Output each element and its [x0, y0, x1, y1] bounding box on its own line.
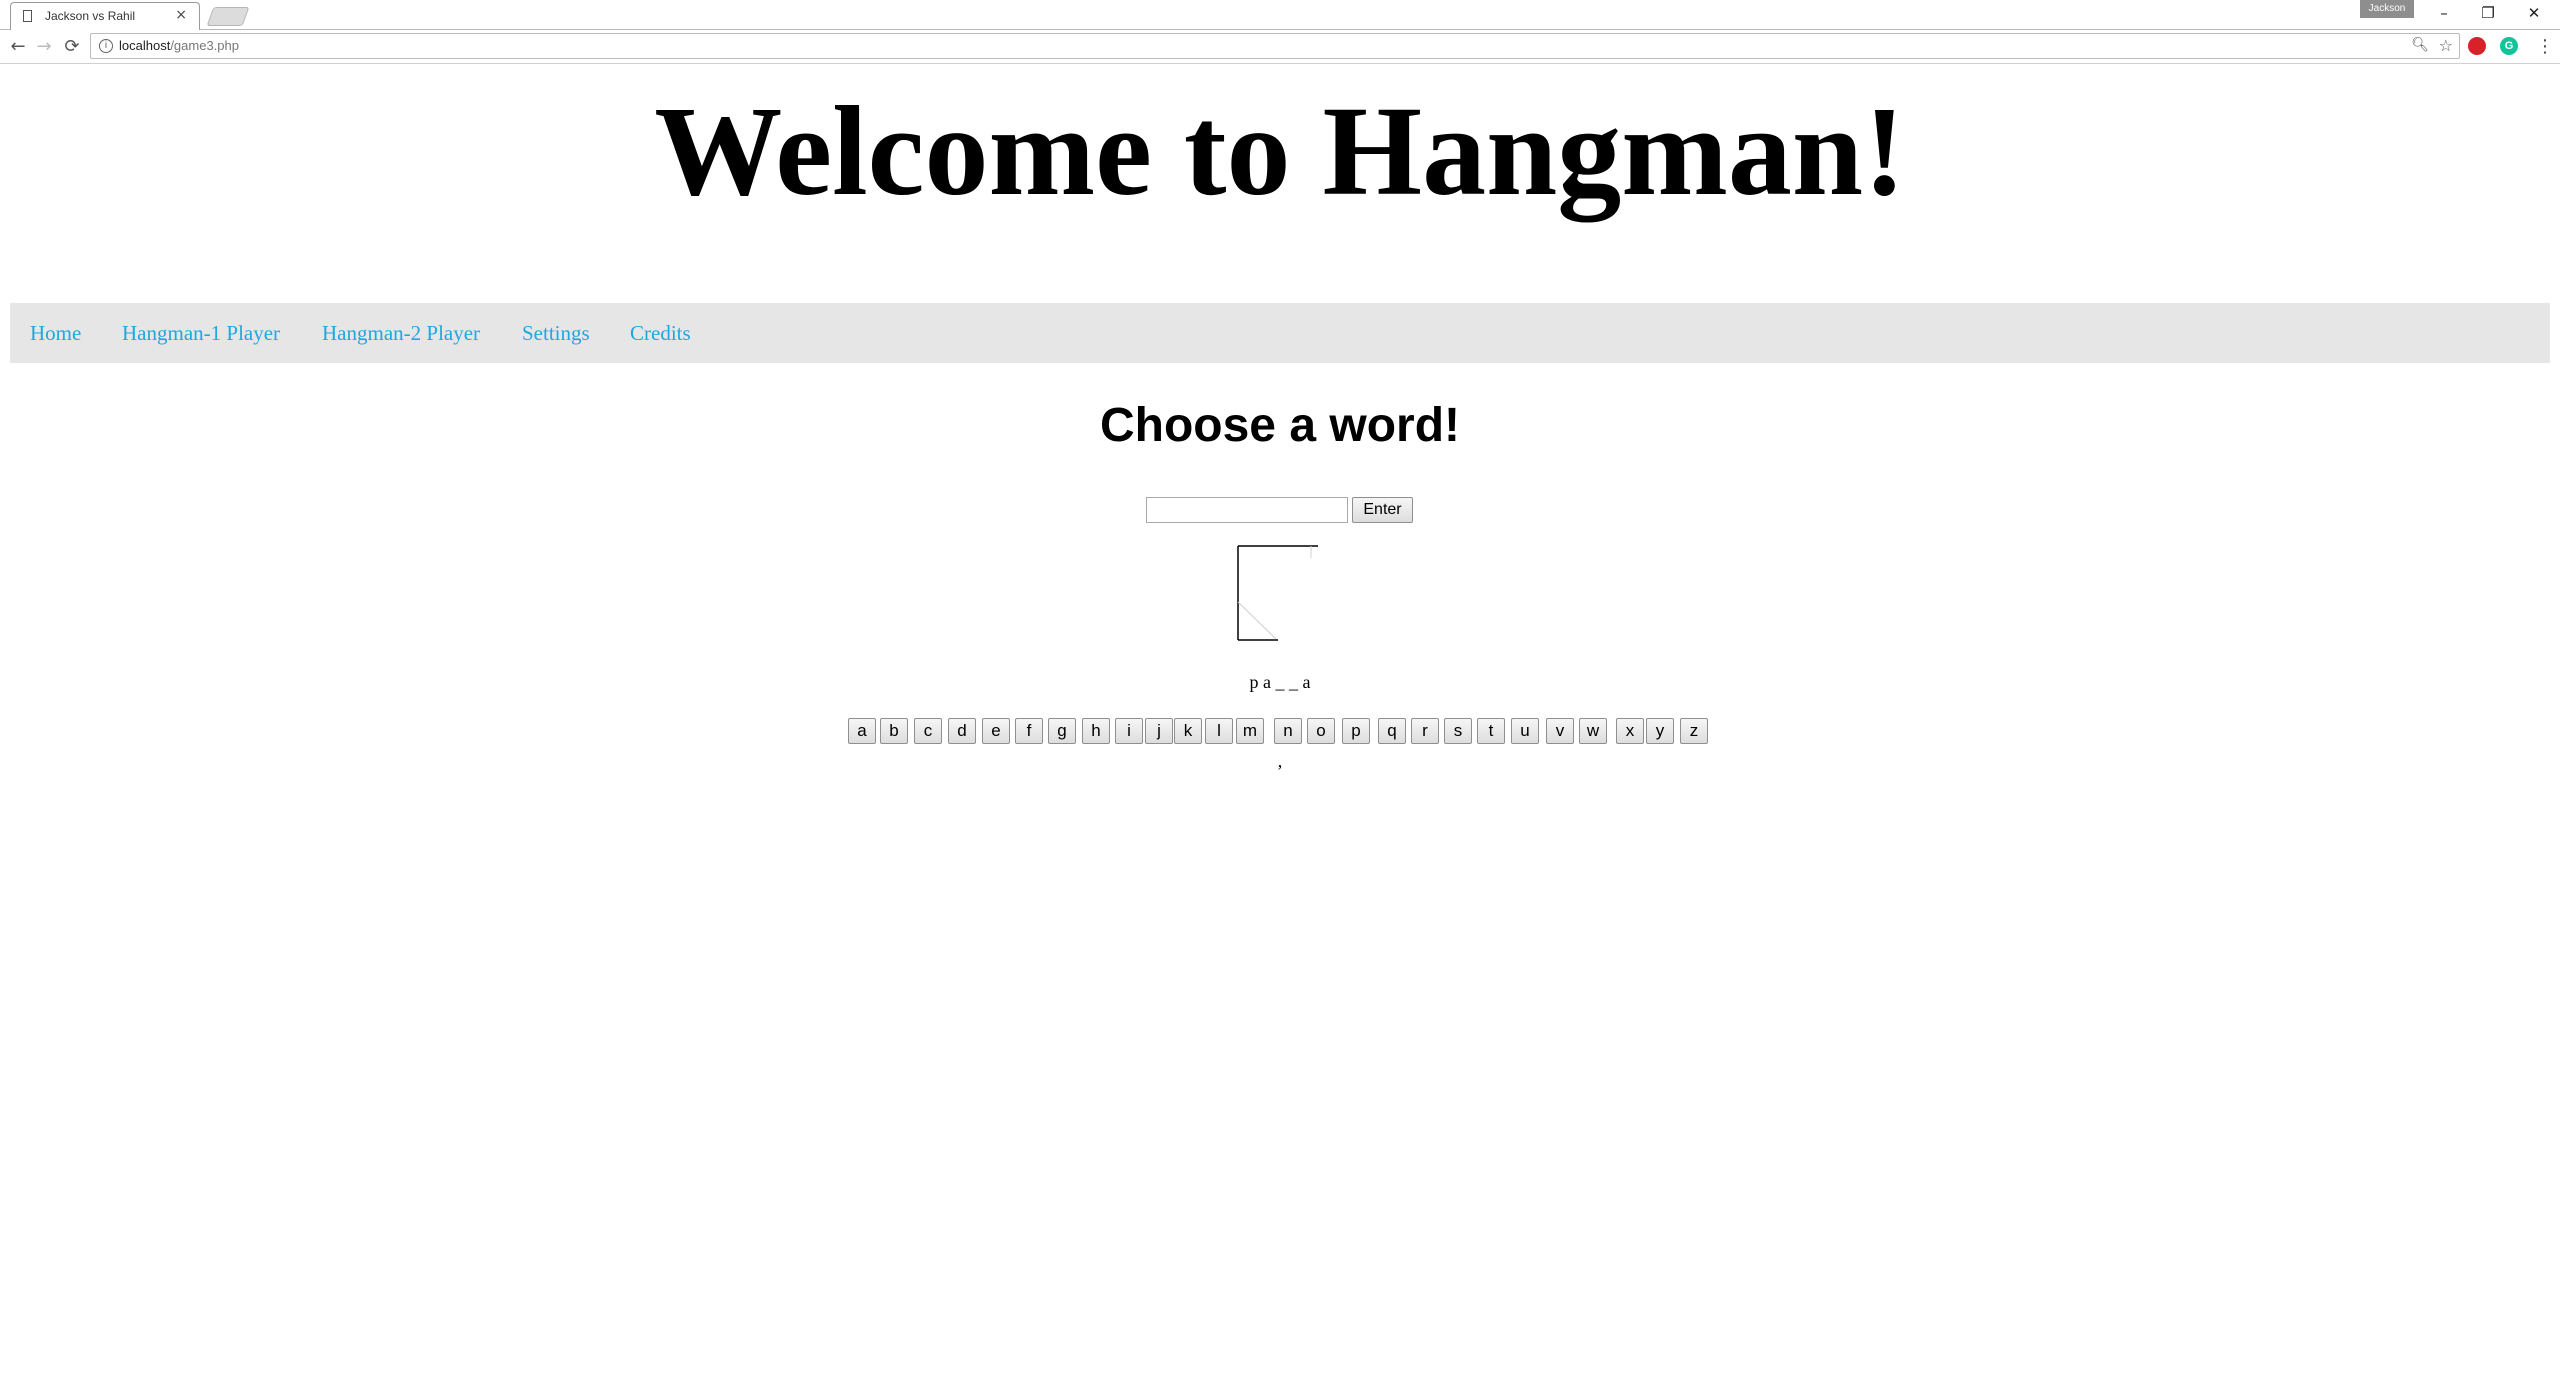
- letter-button-i[interactable]: i: [1115, 718, 1143, 744]
- new-tab-button[interactable]: [206, 7, 250, 26]
- bookmark-star-icon[interactable]: ☆: [2439, 36, 2453, 55]
- reload-button[interactable]: ⟳: [60, 35, 84, 59]
- letter-button-d[interactable]: d: [948, 718, 976, 744]
- address-bar[interactable]: i localhost/game3.php 🔍︎ ☆: [90, 33, 2460, 59]
- browser-toolbar: ← → ⟳ i localhost/game3.php 🔍︎ ☆ G ⋮: [0, 30, 2560, 64]
- page-icon: [23, 10, 32, 22]
- nav-link-settings[interactable]: Settings: [522, 303, 590, 363]
- gallows-brace: [1237, 601, 1277, 640]
- letter-button-a[interactable]: a: [848, 718, 876, 744]
- close-window-button[interactable]: ✕: [2514, 2, 2554, 24]
- letter-button-r[interactable]: r: [1411, 718, 1439, 744]
- page-body: Welcome to Hangman! Home Hangman-1 Playe…: [0, 66, 2560, 1400]
- letter-button-z[interactable]: z: [1680, 718, 1708, 744]
- opera-extension-icon[interactable]: [2468, 37, 2486, 55]
- nav-bar: Home Hangman-1 Player Hangman-2 Player S…: [10, 303, 2550, 363]
- choose-word-heading: Choose a word!: [1099, 399, 1461, 452]
- browser-chrome: Jackson vs Rahil × Jackson – ❐ ✕ ← → ⟳ i…: [0, 0, 2560, 66]
- word-progress: p a _ _ a: [1249, 672, 1311, 692]
- letter-button-v[interactable]: v: [1546, 718, 1574, 744]
- letter-button-k[interactable]: k: [1174, 718, 1202, 744]
- letter-button-l[interactable]: l: [1205, 718, 1233, 744]
- letter-button-b[interactable]: b: [880, 718, 908, 744]
- letter-button-j[interactable]: j: [1145, 718, 1173, 744]
- letter-button-p[interactable]: p: [1342, 718, 1370, 744]
- letter-button-u[interactable]: u: [1511, 718, 1539, 744]
- letter-button-n[interactable]: n: [1274, 718, 1302, 744]
- letter-button-h[interactable]: h: [1082, 718, 1110, 744]
- letter-button-q[interactable]: q: [1378, 718, 1406, 744]
- nav-link-credits[interactable]: Credits: [630, 303, 691, 363]
- letter-button-g[interactable]: g: [1048, 718, 1076, 744]
- grammarly-extension-icon[interactable]: G: [2500, 37, 2518, 55]
- tab-title: Jackson vs Rahil: [45, 9, 136, 23]
- letter-button-t[interactable]: t: [1477, 718, 1505, 744]
- main-heading: Welcome to Hangman!: [654, 80, 1906, 222]
- zoom-icon[interactable]: 🔍︎: [2411, 37, 2429, 53]
- kebab-menu-icon[interactable]: ⋮: [2536, 34, 2554, 60]
- url-text[interactable]: localhost/game3.php: [119, 38, 239, 53]
- nav-link-hangman-1-player[interactable]: Hangman-1 Player: [122, 303, 280, 363]
- letter-button-f[interactable]: f: [1015, 718, 1043, 744]
- guessed-letters: ,: [1277, 751, 1283, 771]
- profile-button[interactable]: Jackson: [2360, 0, 2414, 18]
- letter-button-o[interactable]: o: [1307, 718, 1335, 744]
- minimize-button[interactable]: –: [2424, 2, 2464, 24]
- letter-button-m[interactable]: m: [1236, 718, 1264, 744]
- tab-close-icon[interactable]: ×: [175, 7, 187, 23]
- enter-button[interactable]: Enter: [1352, 497, 1413, 523]
- browser-tab[interactable]: Jackson vs Rahil ×: [10, 2, 200, 30]
- url-path: /game3.php: [170, 38, 239, 53]
- letter-button-c[interactable]: c: [914, 718, 942, 744]
- nav-link-hangman-2-player[interactable]: Hangman-2 Player: [322, 303, 480, 363]
- letter-button-s[interactable]: s: [1444, 718, 1472, 744]
- letter-button-w[interactable]: w: [1579, 718, 1607, 744]
- letter-button-y[interactable]: y: [1646, 718, 1674, 744]
- url-host: localhost: [119, 38, 171, 53]
- hangman-gallows: [1237, 545, 1318, 641]
- back-button[interactable]: ←: [6, 35, 30, 59]
- letter-button-x[interactable]: x: [1616, 718, 1644, 744]
- word-input[interactable]: [1146, 497, 1348, 523]
- letter-button-e[interactable]: e: [982, 718, 1010, 744]
- restore-button[interactable]: ❐: [2468, 2, 2508, 24]
- nav-link-home[interactable]: Home: [30, 303, 81, 363]
- forward-button[interactable]: →: [32, 35, 56, 59]
- info-icon[interactable]: i: [99, 39, 113, 53]
- tab-strip: Jackson vs Rahil × Jackson – ❐ ✕: [0, 0, 2560, 30]
